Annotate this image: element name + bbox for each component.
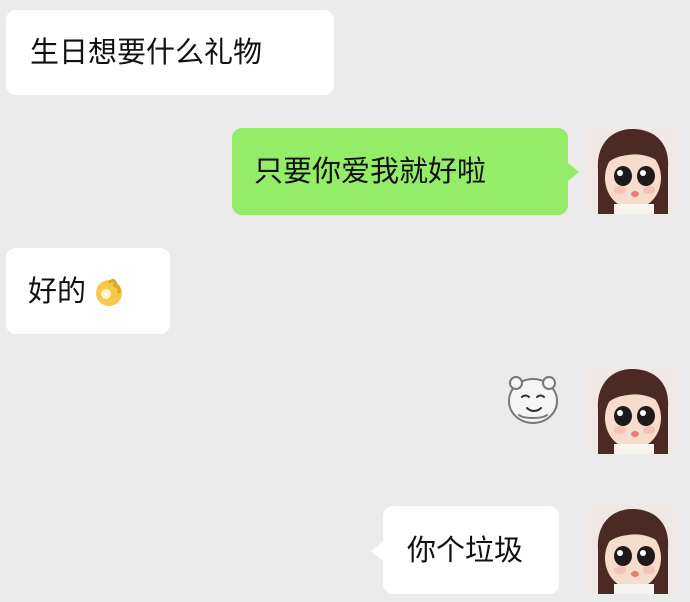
message-text: 生日想要什么礼物 (30, 35, 263, 69)
bear-face-sticker[interactable] (502, 366, 564, 428)
bear-face-icon (508, 376, 558, 424)
doll-avatar-icon (588, 506, 676, 594)
doll-avatar[interactable] (588, 506, 676, 594)
bubble-tail (567, 162, 579, 182)
message-bubble-incoming[interactable]: 好的 (6, 248, 170, 334)
chat-thread: 生日想要什么礼物 只要你爱我就好啦 好的 你个垃圾 (0, 0, 690, 602)
message-bubble-outgoing[interactable]: 只要你爱我就好啦 (232, 128, 568, 215)
bubble-tail (371, 541, 383, 561)
ok-hand-emoji (92, 274, 126, 308)
message-bubble-outgoing[interactable]: 你个垃圾 (383, 506, 559, 594)
doll-avatar[interactable] (588, 126, 676, 214)
doll-avatar-icon (588, 366, 676, 454)
doll-avatar-icon (588, 126, 676, 214)
message-text: 只要你爱我就好啦 (254, 154, 487, 188)
doll-avatar[interactable] (588, 366, 676, 454)
message-bubble-incoming[interactable]: 生日想要什么礼物 (6, 10, 334, 95)
message-text: 你个垃圾 (407, 532, 524, 567)
message-text: 好的 (28, 273, 87, 308)
